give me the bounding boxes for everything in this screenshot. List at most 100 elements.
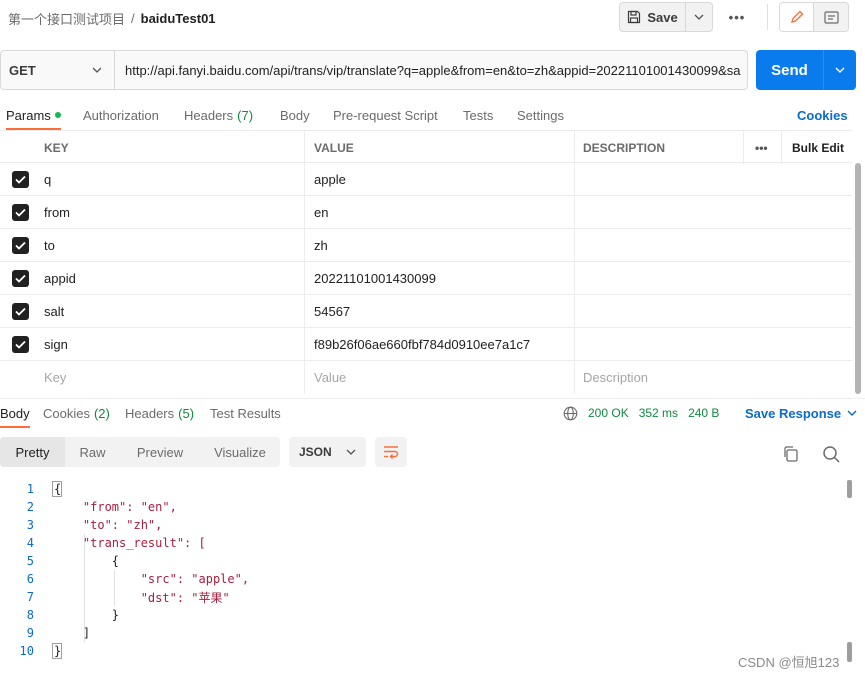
send-button[interactable]: Send [756, 50, 824, 90]
column-divider [574, 229, 575, 262]
response-body-viewer[interactable]: 1{ 2 "from": "en", 3 "to": "zh", 4 "tran… [0, 480, 848, 670]
checkmark-icon [15, 307, 26, 316]
table-row: from en [0, 196, 852, 229]
param-key[interactable]: q [44, 163, 51, 196]
code-line: 6 "src": "apple", [0, 570, 848, 588]
send-options-button[interactable] [824, 50, 856, 90]
column-divider [743, 131, 744, 164]
tab-tests[interactable]: Tests [463, 104, 493, 126]
code-text: { [54, 482, 62, 496]
save-response-label: Save Response [745, 405, 842, 421]
tab-count: (5) [178, 405, 195, 421]
tab-count: (2) [93, 405, 110, 421]
param-key[interactable]: from [44, 196, 70, 229]
param-value[interactable]: 20221101001430099 [314, 262, 436, 295]
table-row: salt 54567 [0, 295, 852, 328]
checkmark-icon [15, 241, 26, 250]
globe-icon[interactable] [563, 406, 578, 421]
tab-response-headers[interactable]: Headers (5) [125, 402, 194, 424]
cookies-link[interactable]: Cookies [797, 104, 848, 126]
tab-authorization[interactable]: Authorization [83, 104, 159, 126]
tab-headers[interactable]: Headers (7) [184, 104, 253, 126]
bulk-edit-button[interactable]: Bulk Edit [792, 131, 844, 164]
code-line: 4 "trans_result": [ [0, 534, 848, 552]
params-scrollbar[interactable] [855, 163, 861, 394]
response-size[interactable]: 240 B [688, 406, 719, 420]
format-select[interactable]: JSON [289, 437, 366, 467]
tab-label: Authorization [83, 107, 159, 123]
response-time[interactable]: 352 ms [639, 406, 678, 420]
chevron-down-icon [835, 67, 845, 73]
save-options-button[interactable] [686, 3, 712, 31]
column-divider [304, 163, 305, 196]
copy-icon[interactable] [780, 443, 802, 465]
column-header-description: DESCRIPTION [583, 140, 666, 155]
new-value-input[interactable]: Value [314, 361, 346, 394]
line-number: 1 [26, 482, 34, 496]
request-url-bar: GET http://api.fanyi.baidu.com/api/trans… [0, 50, 748, 90]
pencil-icon [790, 10, 803, 23]
tab-response-cookies[interactable]: Cookies (2) [43, 402, 110, 424]
breadcrumb-collection[interactable]: 第一个接口测试项目 [8, 9, 125, 28]
param-checkbox[interactable] [12, 303, 29, 320]
code-line: 3 "to": "zh", [0, 516, 848, 534]
param-checkbox[interactable] [12, 336, 29, 353]
divider [0, 398, 865, 399]
line-number: 5 [26, 554, 34, 568]
column-divider [304, 328, 305, 361]
line-number: 6 [26, 572, 34, 586]
column-divider [574, 196, 575, 229]
param-value[interactable]: en [314, 196, 328, 229]
tab-test-results[interactable]: Test Results [210, 402, 281, 424]
param-checkbox[interactable] [12, 270, 29, 287]
param-value[interactable]: apple [314, 163, 346, 196]
code-text: "src": "apple", [54, 572, 250, 586]
save-button[interactable]: Save [620, 3, 686, 31]
tab-label: Settings [517, 107, 564, 123]
param-value[interactable]: zh [314, 229, 328, 262]
code-scrollbar[interactable] [847, 642, 852, 662]
save-response-button[interactable]: Save Response [745, 404, 857, 422]
save-label: Save [647, 9, 678, 25]
search-icon[interactable] [820, 443, 842, 465]
format-tab-visualize[interactable]: Visualize [200, 437, 280, 467]
tab-pre-request-script[interactable]: Pre-request Script [333, 104, 438, 126]
param-key[interactable]: appid [44, 262, 76, 295]
table-row: to zh [0, 229, 852, 262]
edit-mode-button[interactable] [780, 3, 815, 31]
format-tab-pretty[interactable]: Pretty [0, 437, 65, 467]
request-name[interactable]: baiduTest01 [141, 11, 216, 26]
tab-response-body[interactable]: Body [0, 402, 30, 428]
tab-count: (7) [237, 107, 254, 123]
code-line: 10} [0, 642, 848, 660]
column-options-button[interactable]: ••• [755, 131, 768, 164]
new-description-input[interactable]: Description [583, 361, 648, 394]
param-key[interactable]: sign [44, 328, 68, 361]
tab-label: Test Results [210, 405, 281, 421]
status-code[interactable]: 200 OK [588, 406, 629, 420]
more-actions-button[interactable]: ••• [723, 6, 751, 28]
param-key[interactable]: salt [44, 295, 64, 328]
column-divider [304, 295, 305, 328]
format-tab-preview[interactable]: Preview [120, 437, 200, 467]
tab-settings[interactable]: Settings [517, 104, 564, 126]
param-value[interactable]: 54567 [314, 295, 350, 328]
new-key-input[interactable]: Key [44, 361, 66, 394]
documentation-mode-button[interactable] [814, 3, 848, 31]
param-checkbox[interactable] [12, 237, 29, 254]
param-checkbox[interactable] [12, 171, 29, 188]
code-scrollbar[interactable] [847, 480, 852, 498]
tab-body[interactable]: Body [280, 104, 310, 126]
tab-label: Headers [184, 107, 234, 123]
param-key[interactable]: to [44, 229, 55, 262]
view-mode-toggle [779, 2, 849, 32]
url-input[interactable]: http://api.fanyi.baidu.com/api/trans/vip… [115, 51, 747, 89]
code-line: 7 "dst": "苹果" [0, 588, 848, 606]
column-divider [304, 229, 305, 262]
param-checkbox[interactable] [12, 204, 29, 221]
tab-params[interactable]: Params [6, 104, 61, 130]
param-value[interactable]: f89b26f06ae660fbf784d0910ee7a1c7 [314, 328, 530, 361]
method-select[interactable]: GET [1, 51, 115, 89]
format-tab-raw[interactable]: Raw [65, 437, 120, 467]
wrap-lines-button[interactable] [375, 437, 407, 467]
